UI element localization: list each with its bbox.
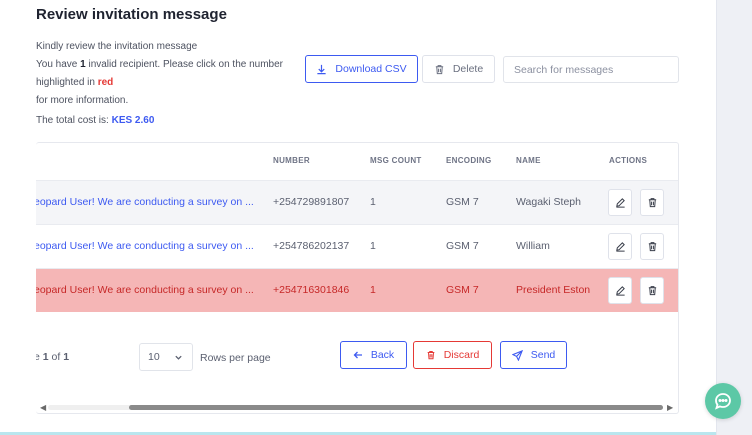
trash-icon <box>648 286 656 296</box>
name-cell: President Eston <box>516 284 591 296</box>
encoding-cell: GSM 7 <box>446 284 479 296</box>
message-cell[interactable]: eopard User! We are conducting a survey … <box>36 196 256 208</box>
page-of-label: of <box>48 351 64 363</box>
message-cell[interactable]: eopard User! We are conducting a survey … <box>36 284 256 296</box>
column-header-msg-count: MSG COUNT <box>370 156 422 165</box>
column-header-number: NUMBER <box>273 156 310 165</box>
delete-button[interactable]: Delete <box>422 55 495 83</box>
invalid-prefix: You have <box>36 59 81 70</box>
info-panel: Kindly review the invitation message You… <box>36 38 301 130</box>
number-cell[interactable]: +254716301846 <box>273 284 349 296</box>
name-cell: William <box>516 240 550 252</box>
edit-icon <box>615 242 625 252</box>
chat-icon <box>715 393 731 410</box>
right-rail <box>716 0 752 435</box>
msg-count-cell: 1 <box>370 240 376 252</box>
table-row-invalid[interactable]: eopard User! We are conducting a survey … <box>36 268 678 312</box>
invalid-suffix: invalid recipient. Please click on the n… <box>85 59 284 70</box>
edit-button[interactable] <box>608 233 632 260</box>
rows-per-page-value: 10 <box>148 351 160 363</box>
trash-icon <box>648 198 656 208</box>
column-header-encoding: ENCODING <box>446 156 492 165</box>
encoding-cell: GSM 7 <box>446 240 479 252</box>
cost-prefix: The total cost is: <box>36 115 112 126</box>
edit-button[interactable] <box>608 189 632 216</box>
more-info-text: for more information. <box>36 95 129 106</box>
invalid-text: You have 1 invalid recipient. Please cli… <box>36 56 301 74</box>
trash-icon <box>427 351 435 360</box>
highlight-text: highlighted in red <box>36 74 301 92</box>
trash-icon <box>648 242 656 252</box>
number-cell[interactable]: +254786202137 <box>273 240 349 252</box>
delete-row-button[interactable] <box>640 277 664 304</box>
download-csv-button[interactable]: Download CSV <box>305 55 418 83</box>
download-icon <box>317 64 327 74</box>
scroll-thumb[interactable] <box>129 405 663 410</box>
intro-text: Kindly review the invitation message <box>36 41 198 52</box>
send-icon <box>511 349 523 361</box>
chevron-down-icon <box>175 355 182 360</box>
send-button[interactable]: Send <box>500 341 567 369</box>
chat-button[interactable] <box>705 383 741 419</box>
msg-count-cell: 1 <box>370 196 376 208</box>
delete-label: Delete <box>452 63 484 75</box>
table-row[interactable]: eopard User! We are conducting a survey … <box>36 224 678 268</box>
column-header-name: NAME <box>516 156 541 165</box>
horizontal-scrollbar[interactable]: ◀ ▶ <box>36 401 678 413</box>
arrow-left-icon <box>353 351 362 359</box>
pagination-info: e 1 of 1 <box>36 351 69 363</box>
message-cell[interactable]: eopard User! We are conducting a survey … <box>36 240 256 252</box>
highlight-prefix: highlighted in <box>36 77 98 88</box>
discard-button[interactable]: Discard <box>413 341 492 369</box>
back-label: Back <box>370 349 395 361</box>
name-cell: Wagaki Steph <box>516 196 581 208</box>
table-row[interactable]: eopard User! We are conducting a survey … <box>36 180 678 224</box>
scroll-right-icon[interactable]: ▶ <box>667 403 673 412</box>
delete-row-button[interactable] <box>640 189 664 216</box>
highlight-word: red <box>97 77 114 88</box>
edit-icon <box>615 198 625 208</box>
back-button[interactable]: Back <box>340 341 407 369</box>
trash-icon <box>435 64 443 74</box>
msg-count-cell: 1 <box>370 284 376 296</box>
cost-value: KES 2.60 <box>111 115 155 126</box>
scroll-left-icon[interactable]: ◀ <box>40 403 46 412</box>
edit-icon <box>615 286 625 296</box>
search-input[interactable] <box>503 56 679 83</box>
rows-per-page-label: Rows per page <box>200 352 271 364</box>
table-header: NUMBER MSG COUNT ENCODING NAME ACTIONS <box>36 143 678 180</box>
page-title: Review invitation message <box>36 6 227 23</box>
encoding-cell: GSM 7 <box>446 196 479 208</box>
page-prefix: e <box>36 351 43 363</box>
delete-row-button[interactable] <box>640 233 664 260</box>
recipients-table: NUMBER MSG COUNT ENCODING NAME ACTIONS e… <box>36 142 679 414</box>
rows-per-page-select[interactable]: 10 <box>139 343 193 371</box>
edit-button[interactable] <box>608 277 632 304</box>
column-header-actions: ACTIONS <box>609 156 648 165</box>
discard-label: Discard <box>443 349 480 361</box>
total-pages: 1 <box>63 351 70 363</box>
download-csv-label: Download CSV <box>335 63 407 75</box>
number-cell[interactable]: +254729891807 <box>273 196 349 208</box>
cost-text: The total cost is: KES 2.60 <box>36 112 301 130</box>
send-label: Send <box>530 349 556 361</box>
